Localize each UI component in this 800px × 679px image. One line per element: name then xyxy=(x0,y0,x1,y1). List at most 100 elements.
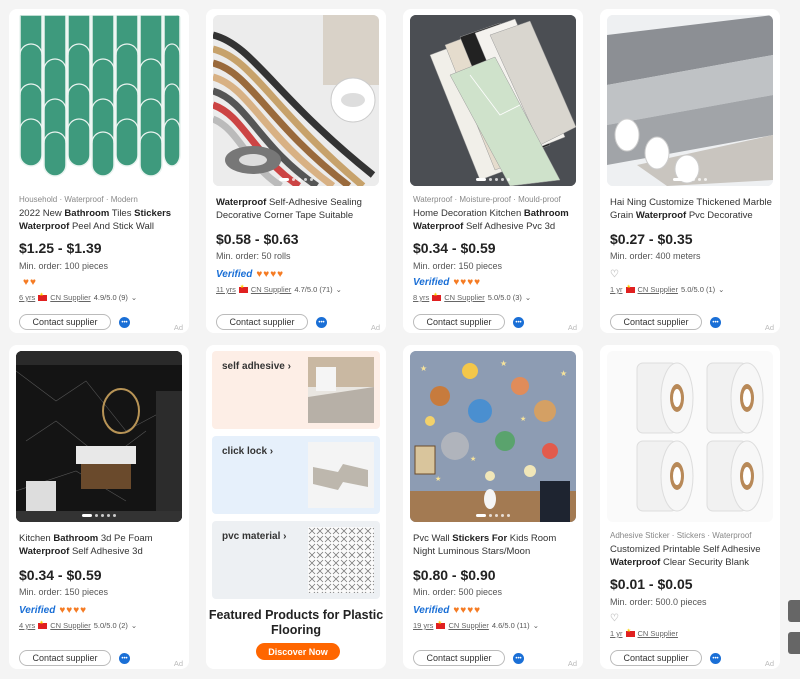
chat-icon[interactable]: ••• xyxy=(710,317,721,328)
product-title[interactable]: Home Decoration Kitchen Bathroom Waterpr… xyxy=(413,207,575,233)
heart-outline-icon: ♡ xyxy=(610,269,619,280)
ad-label: Ad xyxy=(764,659,774,668)
chevron-down-icon: ⌄ xyxy=(335,285,342,294)
cn-flag-icon xyxy=(625,284,635,293)
product-tags: Waterproof · Moisture-proof · Mould-proo… xyxy=(413,195,561,204)
featured-panel-label: self adhesive › xyxy=(222,361,291,372)
product-price: $0.34 - $0.59 xyxy=(413,240,496,256)
heart-icon: ♥ xyxy=(80,605,87,616)
verified-badge: Verified ♥ ♥ ♥ ♥ xyxy=(216,269,284,280)
product-image[interactable] xyxy=(607,15,773,186)
chat-icon[interactable]: ••• xyxy=(316,317,327,328)
featured-panel-image xyxy=(308,357,374,423)
heart-icon: ♥ xyxy=(59,605,66,616)
featured-panel-image xyxy=(308,527,374,593)
product-price: $0.58 - $0.63 xyxy=(216,231,299,247)
product-card[interactable]: ★ ★ ★ ★ ★ ★ Pvc Wall Stickers For Kids Room N… xyxy=(403,345,583,669)
supplier-info[interactable]: 4 yrsCN Supplier5.0/5.0 (2)⌄ xyxy=(19,620,138,631)
heart-icon: ♥ xyxy=(277,269,284,280)
supplier-info[interactable]: 8 yrsCN Supplier5.0/5.0 (3)⌄ xyxy=(413,292,532,303)
heart-icon: ♥ xyxy=(29,277,36,288)
heart-icon: ♥ xyxy=(474,277,481,288)
product-image[interactable] xyxy=(16,15,182,186)
contact-supplier-button[interactable]: Contact supplier xyxy=(19,314,111,330)
chat-icon[interactable]: ••• xyxy=(710,653,721,664)
svg-text:★: ★ xyxy=(500,359,507,368)
verified-badge: ♡ xyxy=(610,269,619,280)
product-image[interactable] xyxy=(607,351,773,522)
heart-icon: ♥ xyxy=(467,277,474,288)
product-tags: Household · Waterproof · Modern xyxy=(19,195,138,204)
product-card[interactable]: Adhesive Sticker · Stickers · Waterproof… xyxy=(600,345,780,669)
discover-now-button[interactable]: Discover Now xyxy=(256,643,340,660)
product-image[interactable]: ★ ★ ★ ★ ★ ★ xyxy=(410,351,576,522)
verified-badge: Verified ♥ ♥ ♥ ♥ xyxy=(19,605,87,616)
featured-panel-self-adhesive[interactable]: self adhesive › xyxy=(212,351,380,429)
svg-text:★: ★ xyxy=(435,475,441,483)
svg-text:★: ★ xyxy=(560,369,567,378)
product-title[interactable]: Pvc Wall Stickers For Kids Room Night Lu… xyxy=(413,532,575,558)
chat-icon[interactable]: ••• xyxy=(119,317,130,328)
heart-icon: ♥ xyxy=(73,605,80,616)
featured-panel-pvc-material[interactable]: pvc material › xyxy=(212,521,380,599)
supplier-info[interactable]: 1 yrCN Supplier5.0/5.0 (1)⌄ xyxy=(610,284,725,295)
chat-icon[interactable]: ••• xyxy=(119,653,130,664)
contact-supplier-button[interactable]: Contact supplier xyxy=(19,650,111,666)
ad-label: Ad xyxy=(567,323,577,332)
featured-products-card[interactable]: self adhesive › click lock › pvc materia… xyxy=(206,345,386,669)
supplier-info[interactable]: 6 yrsCN Supplier4.9/5.0 (9)⌄ xyxy=(19,292,137,303)
product-card[interactable]: Kitchen Bathroom 3d Pe Foam Waterproof S… xyxy=(9,345,189,669)
svg-text:★: ★ xyxy=(470,455,476,463)
product-title[interactable]: Hai Ning Customize Thickened Marble Grai… xyxy=(610,196,772,222)
product-title[interactable]: Waterproof Self-Adhesive Sealing Decorat… xyxy=(216,196,378,222)
heart-icon: ♥ xyxy=(460,605,467,616)
supplier-info[interactable]: 1 yrCN Supplier xyxy=(610,628,678,639)
heart-icon: ♥ xyxy=(270,269,277,280)
product-card[interactable]: Hai Ning Customize Thickened Marble Grai… xyxy=(600,9,780,333)
verified-badge: Verified ♥ ♥ ♥ ♥ xyxy=(413,277,481,288)
product-title[interactable]: Customized Printable Self Adhesive Water… xyxy=(610,543,772,569)
supplier-info[interactable]: 19 yrsCN Supplier4.6/5.0 (11)⌄ xyxy=(413,620,539,631)
product-card[interactable]: Waterproof Self-Adhesive Sealing Decorat… xyxy=(206,9,386,333)
side-toolbar-button[interactable] xyxy=(788,600,800,622)
verified-badge: ♡ xyxy=(610,613,619,624)
cn-flag-icon xyxy=(436,620,446,629)
product-tags: Adhesive Sticker · Stickers · Waterproof xyxy=(610,531,752,540)
product-card[interactable]: Household · Waterproof · Modern 2022 New… xyxy=(9,9,189,333)
product-price: $0.34 - $0.59 xyxy=(19,567,102,583)
min-order: Min. order: 500 pieces xyxy=(413,587,503,597)
contact-supplier-button[interactable]: Contact supplier xyxy=(413,650,505,666)
chevron-down-icon: ⌄ xyxy=(718,285,725,294)
featured-panel-label: click lock › xyxy=(222,446,274,457)
product-image[interactable] xyxy=(410,15,576,186)
product-image[interactable] xyxy=(213,15,379,186)
chevron-down-icon: ⌄ xyxy=(524,293,532,302)
featured-panel-label: pvc material › xyxy=(222,531,287,542)
chevron-down-icon: ⌄ xyxy=(130,621,138,630)
product-title[interactable]: 2022 New Bathroom Tiles Stickers Waterpr… xyxy=(19,207,181,233)
product-image[interactable] xyxy=(16,351,182,522)
cn-flag-icon xyxy=(238,284,248,293)
chat-icon[interactable]: ••• xyxy=(513,317,524,328)
ad-label: Ad xyxy=(173,323,183,332)
cn-flag-icon xyxy=(38,292,48,301)
product-card[interactable]: Waterproof · Moisture-proof · Mould-proo… xyxy=(403,9,583,333)
side-toolbar-button[interactable] xyxy=(788,632,800,654)
heart-icon: ♥ xyxy=(460,277,467,288)
contact-supplier-button[interactable]: Contact supplier xyxy=(610,650,702,666)
heart-icon: ♥ xyxy=(256,269,263,280)
chat-icon[interactable]: ••• xyxy=(513,653,524,664)
supplier-info[interactable]: 11 yrsCN Supplier4.7/5.0 (71)⌄ xyxy=(216,284,342,295)
contact-supplier-button[interactable]: Contact supplier xyxy=(610,314,702,330)
verified-badge: Verified ♥ ♥ ♥ ♥ xyxy=(413,605,481,616)
supplier-hearts: ♥ ♥ ♥ ♥ xyxy=(453,605,480,616)
ad-label: Ad xyxy=(764,323,774,332)
featured-panel-click-lock[interactable]: click lock › xyxy=(212,436,380,514)
contact-supplier-button[interactable]: Contact supplier xyxy=(216,314,308,330)
supplier-hearts: ♥ ♥ ♥ ♥ xyxy=(59,605,86,616)
supplier-hearts: ♥ ♥ ♥ ♥ xyxy=(453,277,480,288)
product-title[interactable]: Kitchen Bathroom 3d Pe Foam Waterproof S… xyxy=(19,532,181,558)
contact-supplier-button[interactable]: Contact supplier xyxy=(413,314,505,330)
heart-icon: ♥ xyxy=(453,605,460,616)
product-price: $0.27 - $0.35 xyxy=(610,231,693,247)
